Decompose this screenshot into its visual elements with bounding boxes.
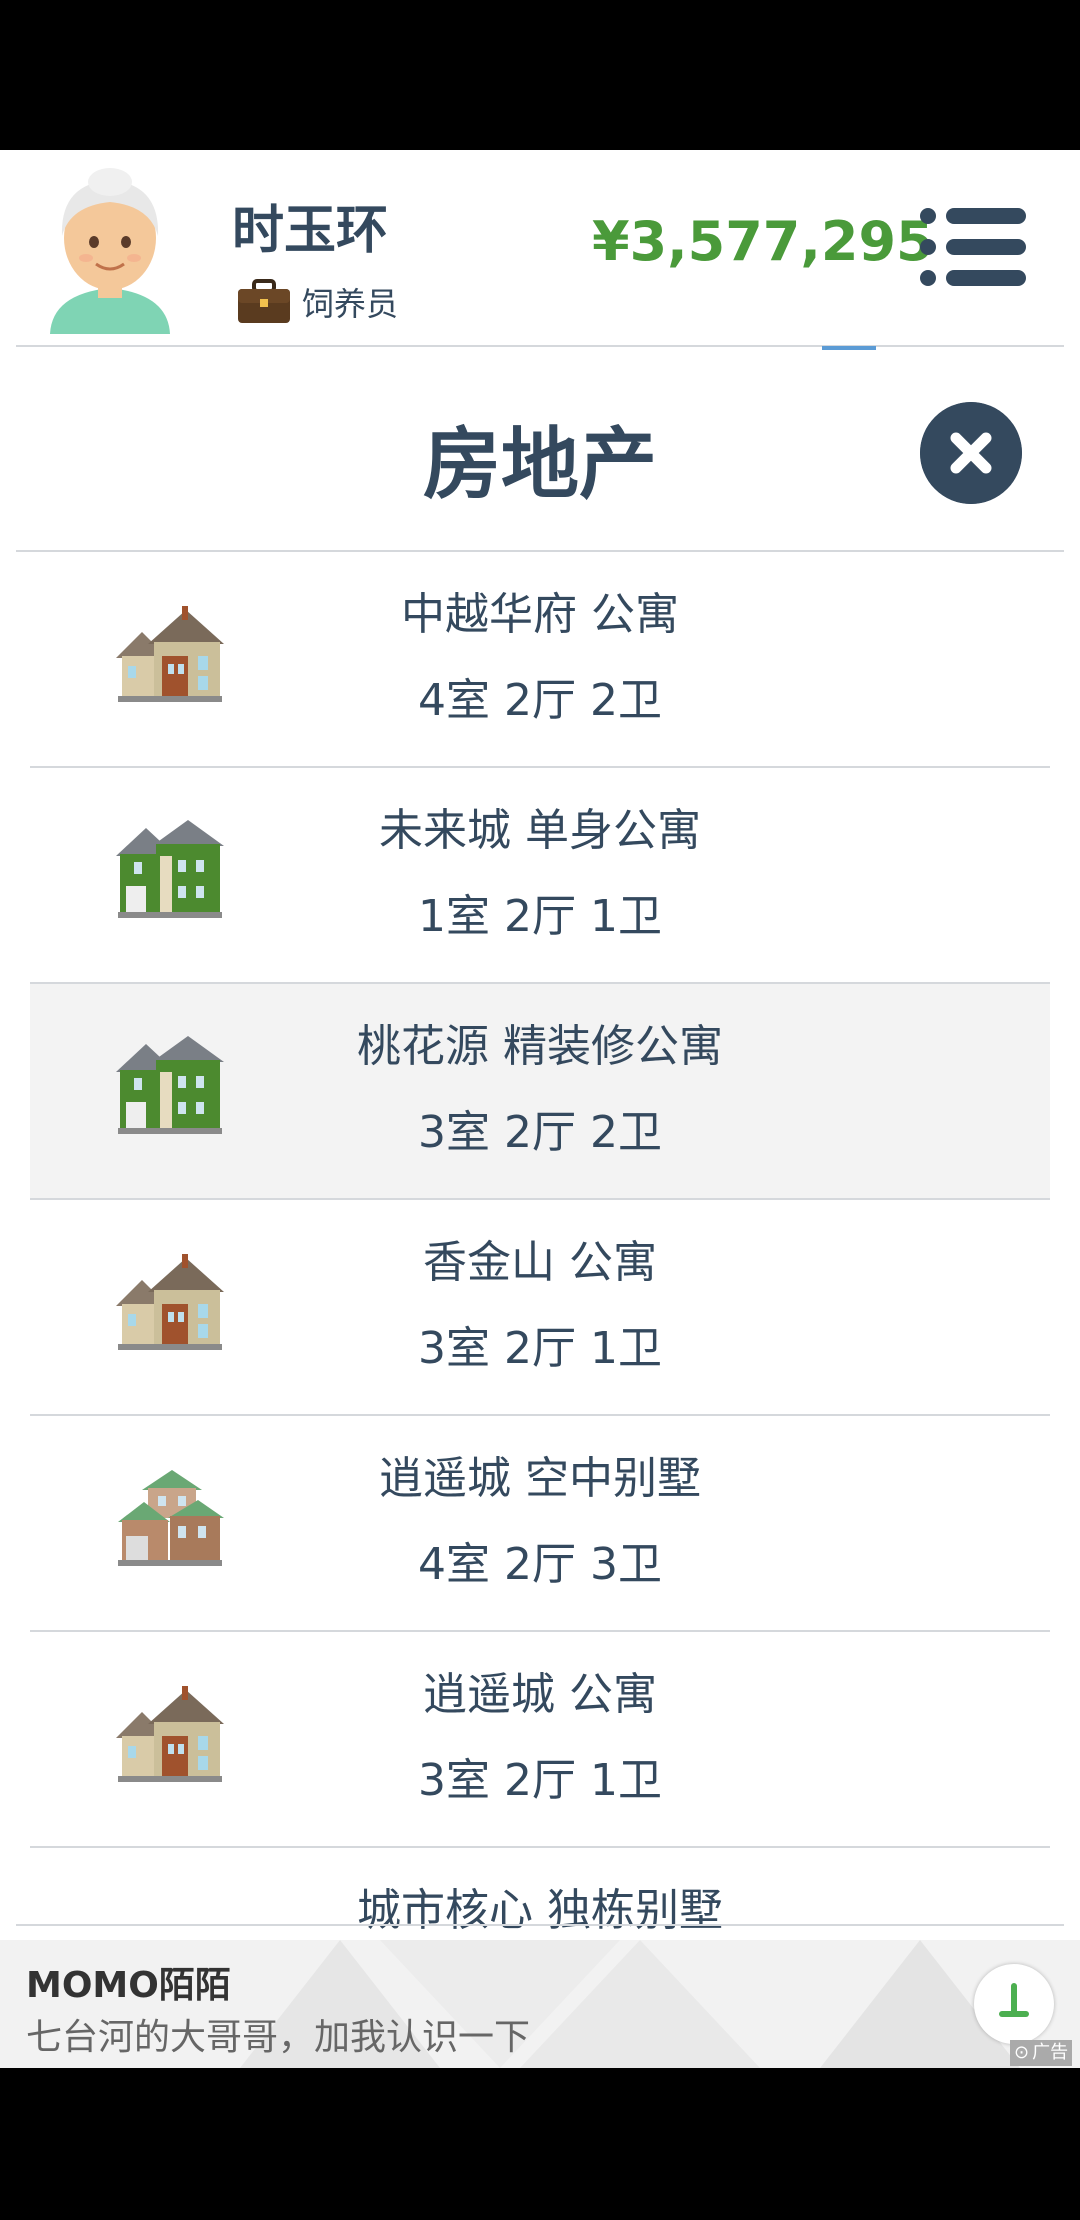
briefcase-icon: [238, 279, 290, 323]
ad-text: 七台河的大哥哥，加我认识一下: [26, 2017, 531, 2058]
money-balance: ¥3,577,295: [592, 210, 934, 273]
property-rooms: 3室 2厅 1卫: [418, 1755, 662, 1806]
property-name: 桃花源 精装修公寓: [357, 1021, 723, 1072]
app-screen: 时玉环 饲养员 ¥3,577,295 房地产 中越华府 公寓 4室 2厅 2卫 …: [0, 150, 1080, 2068]
property-name: 逍遥城 公寓: [423, 1669, 657, 1720]
job-title: 饲养员: [302, 285, 399, 323]
ad-info-icon: ⊙: [1014, 2042, 1030, 2063]
property-item[interactable]: 香金山 公寓 3室 2厅 1卫: [30, 1200, 1050, 1416]
property-item[interactable]: 逍遥城 公寓 3室 2厅 1卫: [30, 1632, 1050, 1848]
property-rooms: 1室 2厅 1卫: [418, 891, 662, 942]
player-job: 饲养员: [236, 278, 398, 326]
divider: [16, 345, 1064, 347]
property-name: 香金山 公寓: [423, 1237, 657, 1288]
close-icon[interactable]: [920, 402, 1022, 504]
navigation-bar: [0, 2068, 1080, 2220]
modal-header: 房地产: [0, 350, 1080, 550]
divider: [16, 1924, 1064, 1926]
avatar: [50, 168, 170, 334]
property-item[interactable]: 逍遥城 空中别墅 4室 2厅 3卫: [30, 1416, 1050, 1632]
property-name: 逍遥城 空中别墅: [379, 1453, 701, 1504]
ad-label-text: 广告: [1032, 2042, 1069, 2063]
property-name: 城市核心 独栋别墅: [357, 1885, 723, 1936]
property-item[interactable]: 中越华府 公寓 4室 2厅 2卫: [30, 552, 1050, 768]
property-list[interactable]: 中越华府 公寓 4室 2厅 2卫 未来城 单身公寓 1室 2厅 1卫桃花源 精装修公寓…: [30, 552, 1050, 2040]
player-header: 时玉环 饲养员 ¥3,577,295: [0, 150, 1080, 346]
menu-icon[interactable]: [918, 206, 1028, 288]
ad-banner[interactable]: MOMO陌陌 七台河的大哥哥，加我认识一下 ⊙ 广告: [0, 1940, 1080, 2068]
property-rooms: 3室 2厅 2卫: [418, 1107, 662, 1158]
ad-label: ⊙ 广告: [1010, 2040, 1073, 2066]
download-icon[interactable]: [974, 1964, 1054, 2044]
modal-title: 房地产: [422, 420, 657, 510]
property-name: 中越华府 公寓: [401, 589, 679, 640]
property-rooms: 4室 2厅 2卫: [418, 675, 662, 726]
property-rooms: 3室 2厅 1卫: [418, 1323, 662, 1374]
property-name: 未来城 单身公寓: [379, 805, 701, 856]
property-item[interactable]: 桃花源 精装修公寓 3室 2厅 2卫: [30, 984, 1050, 1200]
property-rooms: 4室 2厅 3卫: [418, 1539, 662, 1590]
property-item[interactable]: 未来城 单身公寓 1室 2厅 1卫: [30, 768, 1050, 984]
ad-title: MOMO陌陌: [26, 1965, 231, 2006]
player-name: 时玉环: [232, 201, 389, 261]
status-bar: [0, 0, 1080, 150]
